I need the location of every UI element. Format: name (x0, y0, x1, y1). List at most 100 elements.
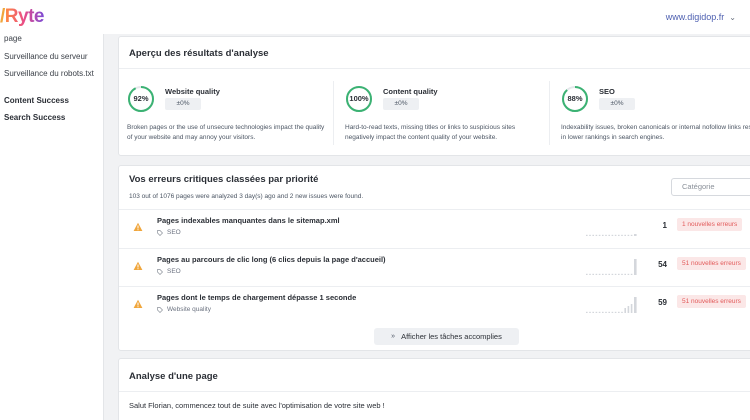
sparkline-bar (602, 234, 604, 236)
sparkline-bar (630, 273, 633, 275)
sparkline-bar (598, 234, 601, 236)
issue-count: 1 (662, 221, 667, 230)
sparkline-bar (614, 234, 617, 236)
divider (119, 68, 750, 69)
score-description: Hard-to-read texts, missing titles or li… (345, 124, 516, 141)
score-delta: ±0% (165, 98, 201, 110)
category-select[interactable]: Catégorie (671, 178, 750, 196)
new-errors-badge: 51 nouvelles erreurs (677, 257, 746, 270)
sparkline-bar (608, 273, 610, 275)
divider (333, 81, 334, 145)
sparkline-bar (614, 311, 617, 313)
sparkline-bar (586, 273, 588, 275)
sparkline-bar (618, 273, 620, 275)
sparkline-bar (598, 311, 601, 313)
score-name: Content quality (383, 87, 438, 96)
sidebar-item-robots-monitoring[interactable]: Surveillance du robots.txt (4, 69, 100, 79)
sparkline-bar (627, 273, 630, 275)
divider (119, 391, 750, 392)
score-delta: ±0% (383, 98, 419, 110)
sparkline-bar (621, 273, 623, 275)
issue-title[interactable]: Pages au parcours de clic long (6 clics … (157, 255, 386, 264)
issue-tag: SEO (157, 229, 181, 236)
sparkline-bar (592, 234, 594, 236)
page-analysis-card: Analyse d'une page Salut Florian, commen… (118, 358, 750, 420)
sparkline-bar (611, 234, 614, 236)
sparkline-bar (589, 311, 591, 313)
logo-text: Ryte (4, 6, 45, 27)
card-title: Analyse d'une page (129, 371, 218, 382)
sparkline-bar (627, 234, 630, 236)
sparkline-bar (605, 273, 607, 275)
sparkline-bar (595, 311, 598, 313)
new-errors-badge: 1 nouvelles erreurs (677, 218, 743, 231)
sparkline-bar (624, 234, 626, 236)
card-title: Vos erreurs critiques classées par prior… (129, 174, 319, 185)
new-errors-badge: 51 nouvelles erreurs (677, 295, 746, 308)
score-name: SEO (599, 87, 615, 96)
card-title: Aperçu des résultats d'analyse (129, 48, 269, 59)
show-completed-tasks-label: Afficher les tâches accomplies (401, 332, 502, 341)
issue-count: 54 (658, 260, 667, 269)
sparkline-bar (586, 311, 588, 313)
sparkline-bar (605, 234, 607, 236)
sidebar-item-page[interactable]: page (4, 34, 100, 44)
issue-title[interactable]: Pages dont le temps de chargement dépass… (157, 293, 356, 302)
sparkline-bar (608, 311, 610, 313)
sparkline-bar (630, 234, 633, 236)
divider (549, 81, 550, 145)
score-value: 92% (133, 94, 149, 103)
sparkline-bar (624, 308, 626, 313)
tag-icon (157, 306, 163, 313)
sparkline-bar (621, 234, 623, 236)
sparkline-bar (634, 234, 637, 236)
tag-icon (157, 268, 163, 275)
sparkline-bar (589, 234, 591, 236)
sidebar-item-search-success[interactable]: Search Success (4, 113, 100, 123)
sparkline-bar (627, 306, 630, 313)
sparkline-bar (618, 311, 620, 313)
warning-icon (133, 222, 143, 231)
sidebar-item-content-success[interactable]: Content Success (4, 96, 100, 106)
table-row[interactable]: Pages dont le temps de chargement dépass… (119, 287, 750, 325)
score-delta: ±0% (599, 98, 635, 110)
sparkline-bar (602, 273, 604, 275)
score-value: 88% (567, 94, 583, 103)
issue-tag-label: SEO (167, 229, 181, 236)
issue-tag-label: Website quality (167, 306, 211, 313)
score-description: Broken pages or the use of unsecure tech… (127, 124, 325, 141)
sparkline-bar (611, 311, 614, 313)
analysis-overview-card: Aperçu des résultats d'analyse 92% Websi… (118, 36, 750, 156)
issue-tag-label: SEO (167, 268, 181, 275)
issue-tag: SEO (157, 268, 181, 275)
site-selector[interactable]: www.digidop.fr ⌄ (666, 12, 736, 22)
issue-count: 59 (658, 298, 667, 307)
issue-tag: Website quality (157, 306, 211, 313)
sparkline-bar (611, 273, 614, 275)
site-name: www.digidop.fr (665, 12, 725, 22)
table-row[interactable]: Pages indexables manquantes dans le site… (119, 210, 750, 248)
sparkline-bar (608, 234, 610, 236)
top-bar: /Ryte www.digidop.fr ⌄ (0, 0, 750, 34)
score-value: 100% (349, 94, 369, 103)
chevron-down-icon: ⌄ (729, 12, 736, 22)
critical-errors-card: Vos erreurs critiques classées par prior… (118, 165, 750, 351)
sparkline-bar (589, 273, 591, 275)
double-chevron-down-icon: » (391, 333, 396, 340)
warning-icon (133, 261, 143, 270)
warning-icon (133, 299, 143, 308)
sidebar-item-server-monitoring[interactable]: Surveillance du serveur (4, 52, 100, 62)
sparkline-bar (592, 311, 594, 313)
sparkline-bar (605, 311, 607, 313)
sparkline-bar (614, 273, 617, 275)
issue-title[interactable]: Pages indexables manquantes dans le site… (157, 216, 340, 225)
table-row[interactable]: Pages au parcours de clic long (6 clics … (119, 249, 750, 287)
sparkline-bar (595, 234, 598, 236)
sparkline-bar (624, 273, 626, 275)
ryte-logo[interactable]: /Ryte (0, 6, 44, 28)
score-name: Website quality (165, 87, 220, 96)
sparkline-bar (595, 273, 598, 275)
tag-icon (157, 229, 163, 236)
greeting-text: Salut Florian, commencez tout de suite a… (129, 401, 385, 410)
show-completed-tasks-button[interactable]: » Afficher les tâches accomplies (374, 328, 519, 345)
